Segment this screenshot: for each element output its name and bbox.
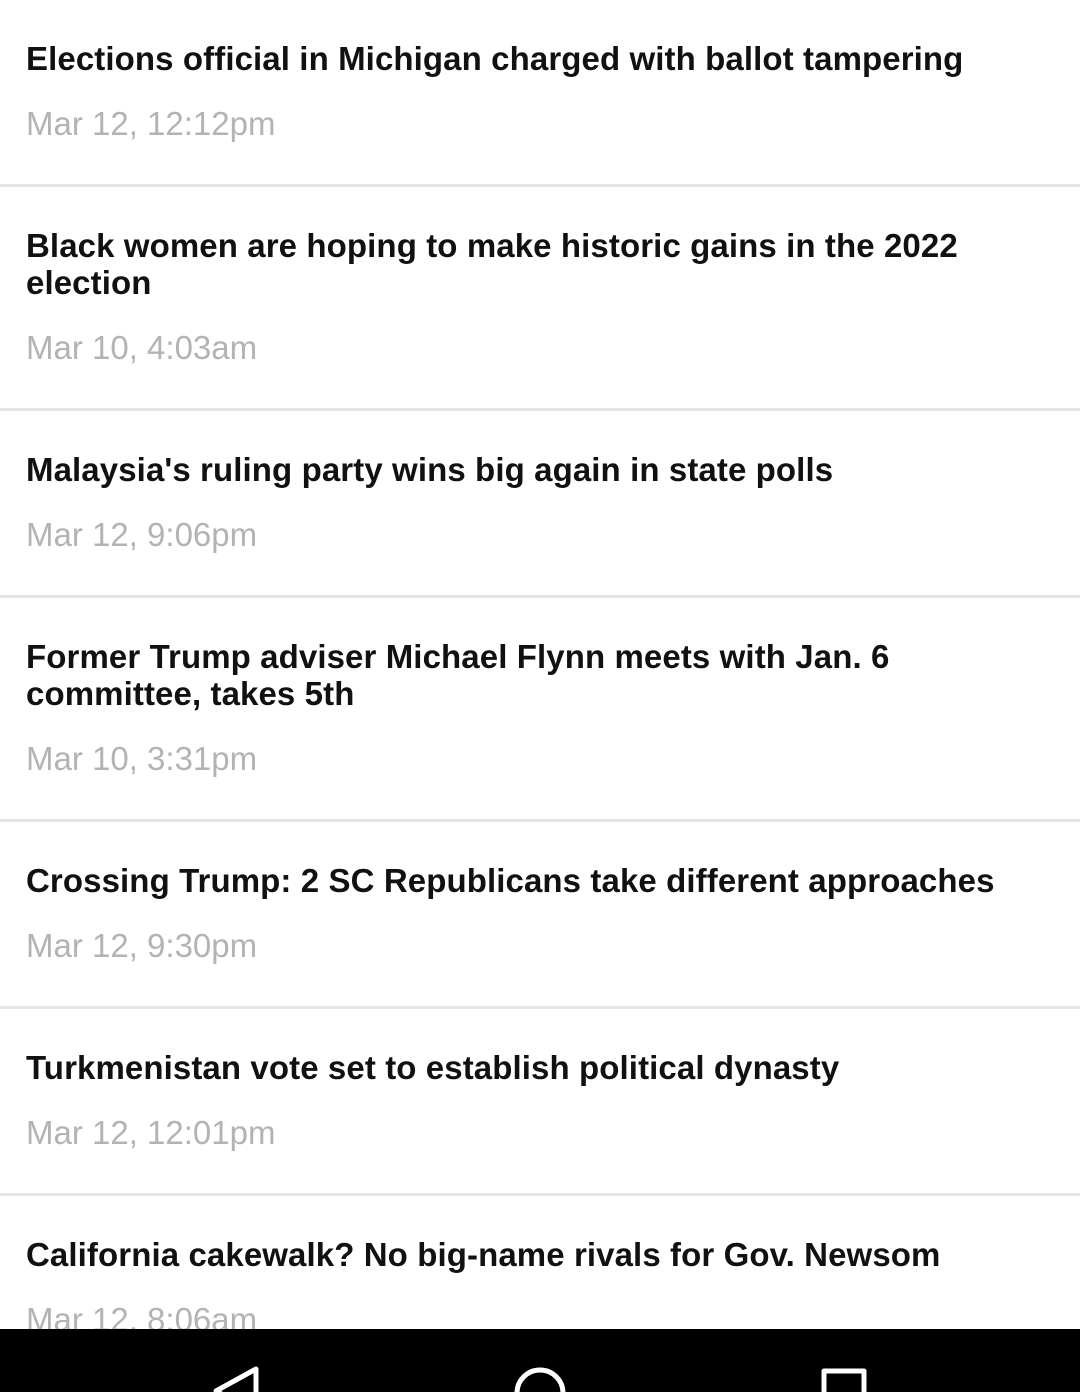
home-icon [514,1367,566,1392]
recents-button[interactable] [743,1329,943,1392]
article-item[interactable]: Malaysia's ruling party wins big again i… [0,411,1080,598]
article-timestamp: Mar 12, 12:01pm [26,1114,276,1151]
article-headline: Malaysia's ruling party wins big again i… [26,451,834,488]
article-item[interactable]: Turkmenistan vote set to establish polit… [0,1009,1080,1196]
article-item[interactable]: Elections official in Michigan charged w… [0,0,1080,187]
back-icon [213,1366,259,1392]
article-item[interactable]: Former Trump adviser Michael Flynn meets… [0,598,1080,822]
article-timestamp: Mar 12, 12:12pm [26,105,276,142]
article-item[interactable]: Crossing Trump: 2 SC Republicans take di… [0,822,1080,1009]
article-item[interactable]: Black women are hoping to make historic … [0,187,1080,411]
article-headline: California cakewalk? No big-name rivals … [26,1236,941,1273]
home-button[interactable] [440,1329,640,1392]
back-button[interactable] [136,1329,336,1392]
recents-icon [821,1368,867,1392]
article-feed[interactable]: Elections official in Michigan charged w… [0,0,1080,1329]
article-timestamp: Mar 10, 4:03am [26,329,258,366]
article-headline: Former Trump adviser Michael Flynn meets… [26,638,890,712]
article-timestamp: Mar 12, 8:06am [26,1301,258,1329]
article-timestamp: Mar 12, 9:06pm [26,516,258,553]
article-item[interactable]: California cakewalk? No big-name rivals … [0,1196,1080,1329]
article-headline: Elections official in Michigan charged w… [26,40,964,77]
article-headline: Turkmenistan vote set to establish polit… [26,1049,840,1086]
article-headline: Crossing Trump: 2 SC Republicans take di… [26,862,995,899]
system-navigation-bar [0,1329,1080,1392]
article-headline: Black women are hoping to make historic … [26,227,958,301]
article-timestamp: Mar 10, 3:31pm [26,740,258,777]
article-timestamp: Mar 12, 9:30pm [26,927,258,964]
